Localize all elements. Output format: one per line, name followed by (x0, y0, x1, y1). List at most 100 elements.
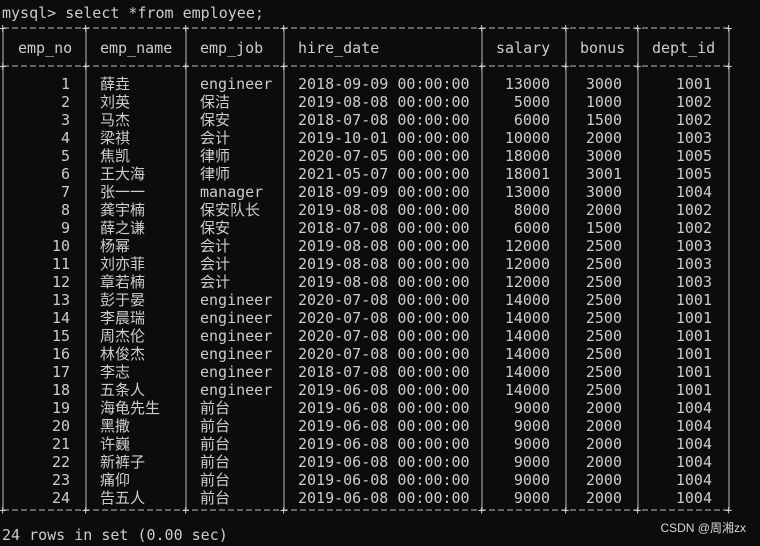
cell-bonus: 2000 (585, 417, 622, 435)
cell-salary: 14000 (504, 345, 550, 363)
column-header-emp-no: emp_no (18, 39, 73, 57)
cell-emp-job: engineer (200, 381, 273, 399)
cell-dept-id: 1004 (675, 183, 712, 201)
cell-emp-job: 保安 (200, 219, 231, 237)
cell-hire-date: 2018-09-09 00:00:00 (298, 75, 470, 93)
grid-corner: + (725, 503, 732, 517)
cell-emp-no: 11 (51, 255, 70, 273)
cell-bonus: 2500 (585, 309, 622, 327)
cell-dept-id: 1005 (675, 147, 712, 165)
cell-hire-date: 2019-06-08 00:00:00 (298, 399, 470, 417)
cell-emp-name: 马杰 (100, 111, 131, 129)
cell-hire-date: 2019-06-08 00:00:00 (298, 417, 470, 435)
cell-hire-date: 2020-07-08 00:00:00 (298, 309, 470, 327)
cell-salary: 14000 (504, 363, 550, 381)
grid-corner: + (634, 21, 641, 35)
cell-bonus: 1000 (585, 93, 622, 111)
cell-bonus: 2500 (585, 327, 622, 345)
cell-emp-no: 10 (51, 237, 70, 255)
cell-emp-name: 章若楠 (100, 273, 146, 291)
cell-hire-date: 2020-07-05 00:00:00 (298, 147, 470, 165)
cell-bonus: 2500 (585, 273, 622, 291)
cell-emp-job: 前台 (200, 417, 231, 435)
cell-hire-date: 2018-07-08 00:00:00 (298, 363, 470, 381)
cell-emp-no: 7 (60, 183, 70, 201)
cell-salary: 6000 (513, 111, 550, 129)
cell-salary: 6000 (513, 219, 550, 237)
grid-corner: + (478, 503, 485, 517)
cell-salary: 13000 (504, 75, 550, 93)
grid-corner: + (0, 59, 6, 73)
cell-emp-no: 6 (60, 165, 70, 183)
cell-hire-date: 2020-07-08 00:00:00 (298, 327, 470, 345)
cell-emp-no: 12 (51, 273, 70, 291)
cell-emp-no: 18 (51, 381, 70, 399)
cell-dept-id: 1003 (675, 129, 712, 147)
cell-emp-job: 保洁 (200, 93, 231, 111)
cell-emp-name: 新裤子 (100, 453, 146, 471)
cell-hire-date: 2018-07-08 00:00:00 (298, 111, 470, 129)
grid-corner: + (562, 21, 569, 35)
cell-emp-no: 24 (51, 489, 70, 507)
cell-emp-job: engineer (200, 327, 273, 345)
cell-emp-no: 2 (60, 93, 70, 111)
cell-emp-no: 23 (51, 471, 70, 489)
cell-bonus: 3001 (585, 165, 622, 183)
cell-emp-no: 8 (60, 201, 70, 219)
cell-hire-date: 2018-09-09 00:00:00 (298, 183, 470, 201)
cell-emp-no: 19 (51, 399, 70, 417)
cell-salary: 9000 (513, 417, 550, 435)
cell-bonus: 2500 (585, 381, 622, 399)
cell-dept-id: 1004 (675, 435, 712, 453)
cell-hire-date: 2019-06-08 00:00:00 (298, 453, 470, 471)
cell-salary: 12000 (504, 237, 550, 255)
cell-bonus: 3000 (585, 147, 622, 165)
cell-emp-name: 黑撒 (100, 417, 131, 435)
cell-emp-job: 保安队长 (200, 201, 261, 219)
cell-salary: 9000 (513, 399, 550, 417)
column-header-bonus: bonus (580, 39, 626, 57)
cell-emp-job: manager (200, 183, 264, 201)
cell-bonus: 2000 (585, 201, 622, 219)
cell-bonus: 2000 (585, 489, 622, 507)
cell-emp-name: 李志 (100, 363, 131, 381)
cell-salary: 8000 (513, 201, 550, 219)
cell-dept-id: 1002 (675, 201, 712, 219)
cell-dept-id: 1001 (675, 309, 712, 327)
cell-bonus: 3000 (585, 183, 622, 201)
cell-dept-id: 1004 (675, 417, 712, 435)
cell-dept-id: 1004 (675, 399, 712, 417)
cell-bonus: 2000 (585, 129, 622, 147)
cell-salary: 9000 (513, 489, 550, 507)
cell-dept-id: 1004 (675, 453, 712, 471)
cell-salary: 12000 (504, 255, 550, 273)
cell-emp-name: 海龟先生 (100, 399, 161, 417)
cell-salary: 12000 (504, 273, 550, 291)
cell-emp-name: 王大海 (100, 165, 146, 183)
grid-corner: + (82, 59, 89, 73)
cell-emp-job: 前台 (200, 435, 231, 453)
cell-hire-date: 2019-08-08 00:00:00 (298, 93, 470, 111)
column-header-salary: salary (496, 39, 551, 57)
cell-emp-name: 周杰伦 (100, 327, 146, 345)
cell-emp-name: 刘英 (100, 93, 131, 111)
cell-dept-id: 1004 (675, 471, 712, 489)
cell-emp-name: 焦凯 (100, 147, 131, 165)
cell-dept-id: 1001 (675, 327, 712, 345)
cell-emp-job: 会计 (200, 129, 231, 147)
cell-hire-date: 2020-07-08 00:00:00 (298, 345, 470, 363)
cell-emp-no: 20 (51, 417, 70, 435)
cell-bonus: 3000 (585, 75, 622, 93)
cell-emp-job: engineer (200, 75, 273, 93)
cell-hire-date: 2018-07-08 00:00:00 (298, 219, 470, 237)
cell-emp-name: 薛之谦 (100, 219, 146, 237)
cell-emp-job: engineer (200, 363, 273, 381)
cell-salary: 5000 (513, 93, 550, 111)
cell-emp-no: 13 (51, 291, 70, 309)
cell-hire-date: 2019-08-08 00:00:00 (298, 273, 470, 291)
grid-corner: + (634, 59, 641, 73)
cell-salary: 14000 (504, 327, 550, 345)
cell-emp-job: 前台 (200, 453, 231, 471)
cell-hire-date: 2019-06-08 00:00:00 (298, 489, 470, 507)
cell-bonus: 2000 (585, 471, 622, 489)
